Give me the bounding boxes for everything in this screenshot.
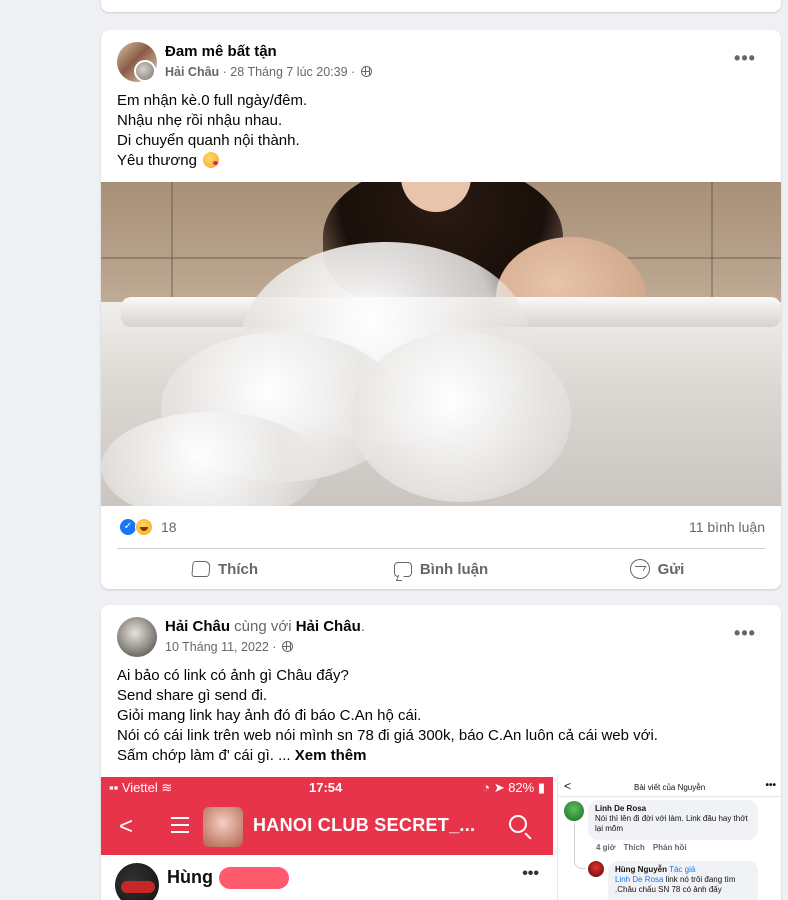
author-avatar[interactable]: [134, 60, 156, 82]
reaction-count[interactable]: 18: [161, 519, 177, 535]
comment-bubble: Linh De Rosa Nói thì lên đi đời với làm.…: [588, 800, 758, 840]
post-header: Hải Châu cùng với Hải Châu. 10 Tháng 11,…: [117, 617, 765, 657]
meta-separator: ·: [219, 65, 231, 79]
author-link[interactable]: Hải Châu: [165, 618, 230, 635]
post-screenshot-image[interactable]: ▪▪ Viettel ≋ 17:54 ◔ ➤ 82% ▮ < HANOI CLU…: [101, 777, 781, 900]
back-icon: <: [564, 779, 572, 793]
user-name: Hùng: [167, 867, 213, 887]
post-text-line: Send share gì send đi.: [117, 687, 268, 704]
commenter-name: Linh De Rosa: [595, 804, 647, 813]
author-avatar[interactable]: [117, 617, 157, 657]
club-name: HANOI CLUB SECRET_...: [253, 815, 476, 835]
timestamp-link[interactable]: 28 Tháng 7 lúc 20:39: [230, 65, 347, 79]
post-text-line: Di chuyển quanh nội thành.: [117, 132, 300, 149]
menu-icon: [171, 817, 189, 833]
club-avatar: [203, 807, 243, 847]
photo-foam: [351, 332, 571, 502]
carrier-name: Viettel: [121, 780, 158, 795]
thread-line: [574, 823, 586, 869]
reply-avatar: [588, 861, 604, 877]
post-text-line-with-more: Sấm chớp làm đ' cái gì. ... Xem thêm: [117, 746, 765, 766]
post-text: Em nhận kè.0 full ngày/đêm. Nhậu nhẹ rồi…: [117, 91, 765, 171]
period: .: [360, 618, 365, 635]
post-header-text: Hải Châu cùng với Hải Châu. 10 Tháng 11,…: [165, 617, 365, 656]
globe-icon: [281, 641, 293, 652]
search-icon: [509, 815, 527, 833]
post-photo[interactable]: [101, 182, 781, 506]
post-text-line: Ai bảo có link có ảnh gì Châu đấy?: [117, 667, 349, 684]
comment-label: Bình luận: [419, 560, 489, 578]
post-text-line-with-emoji: Yêu thương: [117, 151, 765, 171]
send-label: Gửi: [657, 560, 685, 578]
send-button[interactable]: Gửi: [549, 552, 765, 586]
post-text: Ai bảo có link có ảnh gì Châu đấy? Send …: [117, 666, 765, 766]
reply-bubble: Hùng Nguyễn Tác giả Linh De Rosa link nó…: [608, 861, 758, 900]
author-badge: Tác giả: [669, 865, 696, 874]
comment-time: 4 giờ: [596, 843, 616, 852]
more-options-icon[interactable]: •••: [733, 49, 757, 74]
kissing-face-icon: [203, 152, 220, 168]
more-icon: •••: [522, 865, 539, 882]
post-text-line: Nói có cái link trên web nói mình sn 78 …: [117, 727, 658, 744]
post-card: Đam mê bất tận Hải Châu · 28 Tháng 7 lúc…: [101, 30, 781, 589]
post-text-line: Sấm chớp làm đ' cái gì. ...: [117, 747, 291, 764]
more-icon: •••: [765, 780, 776, 791]
commenter-avatar: [564, 801, 584, 821]
like-label: Thích: [218, 560, 258, 578]
phone-status-bar: ▪▪ Viettel ≋ 17:54 ◔ ➤ 82% ▮: [101, 777, 553, 799]
back-icon: <: [119, 813, 134, 840]
comment-text: Nói thì lên đi đời với làm. Link đâu hay…: [595, 814, 748, 833]
phone-post-header: Hùng •••: [101, 855, 553, 900]
battery-label: ◔ ➤ 82% ▮: [482, 780, 545, 795]
comment-title: Bài viết của Nguyễn: [634, 783, 706, 792]
see-more-link[interactable]: Xem thêm: [295, 747, 367, 764]
comment-meta: 4 giờ Thích Phản hồi: [596, 843, 695, 852]
comment-count[interactable]: 11 bình luận: [689, 519, 765, 535]
battery-percent: 82%: [508, 780, 535, 795]
previous-post-card: [101, 0, 781, 12]
comment-screenshot: < Bài viết của Nguyễn ••• Linh De Rosa N…: [557, 777, 781, 900]
mention: Linh De Rosa: [615, 875, 664, 884]
comment-like: Thích: [623, 843, 645, 852]
post-card: Hải Châu cùng với Hải Châu. 10 Tháng 11,…: [101, 605, 781, 900]
timestamp-link[interactable]: 10 Tháng 11, 2022: [165, 640, 269, 654]
more-options-icon[interactable]: •••: [733, 624, 757, 649]
phone-screenshot: ▪▪ Viettel ≋ 17:54 ◔ ➤ 82% ▮ < HANOI CLU…: [101, 777, 553, 900]
thumbs-up-icon: [191, 561, 211, 577]
post-text-line: Yêu thương: [117, 152, 197, 169]
author-link[interactable]: Hải Châu: [165, 65, 219, 79]
reactions-bar: ✓ 18 11 bình luận: [117, 515, 765, 537]
post-header-text: Đam mê bất tận Hải Châu · 28 Tháng 7 lúc…: [165, 42, 372, 81]
post-author-line: Hải Châu cùng với Hải Châu.: [165, 617, 365, 637]
post-actions: Thích Bình luận Gửi: [117, 552, 765, 586]
user-avatar: [115, 863, 159, 900]
haha-reaction-icon[interactable]: [135, 518, 153, 536]
post-meta: Hải Châu · 28 Tháng 7 lúc 20:39 ·: [165, 63, 372, 81]
post-text-line: Nhậu nhẹ rồi nhậu nhau.: [117, 112, 283, 129]
comment-icon: [393, 561, 412, 577]
post-text-line: Em nhận kè.0 full ngày/đêm.: [117, 92, 308, 109]
meta-separator: ·: [347, 65, 359, 79]
phone-app-bar: < HANOI CLUB SECRET_...: [101, 799, 553, 855]
phone-clock: 17:54: [309, 780, 343, 795]
group-name-link[interactable]: Đam mê bất tận: [165, 42, 372, 62]
post-meta: 10 Tháng 11, 2022 ·: [165, 638, 365, 656]
reply-name: Hùng Nguyễn: [615, 865, 667, 874]
comment-button[interactable]: Bình luận: [333, 552, 549, 586]
carrier-label: ▪▪ Viettel ≋: [109, 780, 173, 795]
meta-separator: ·: [268, 640, 280, 654]
group-icon: [360, 66, 372, 77]
divider: [117, 548, 765, 549]
post-text-line: Giỏi mang link hay ảnh đó đi báo C.An hộ…: [117, 707, 422, 724]
post-header: Đam mê bất tận Hải Châu · 28 Tháng 7 lúc…: [117, 42, 765, 82]
comment-reply: Phản hồi: [652, 843, 687, 852]
messenger-icon: [629, 559, 650, 579]
comment-header: < Bài viết của Nguyễn •••: [558, 777, 781, 797]
redaction-mark: [219, 867, 289, 889]
like-button[interactable]: Thích: [117, 552, 333, 586]
tagged-user-link[interactable]: Hải Châu: [296, 618, 361, 635]
with-text: cùng với: [230, 618, 296, 635]
